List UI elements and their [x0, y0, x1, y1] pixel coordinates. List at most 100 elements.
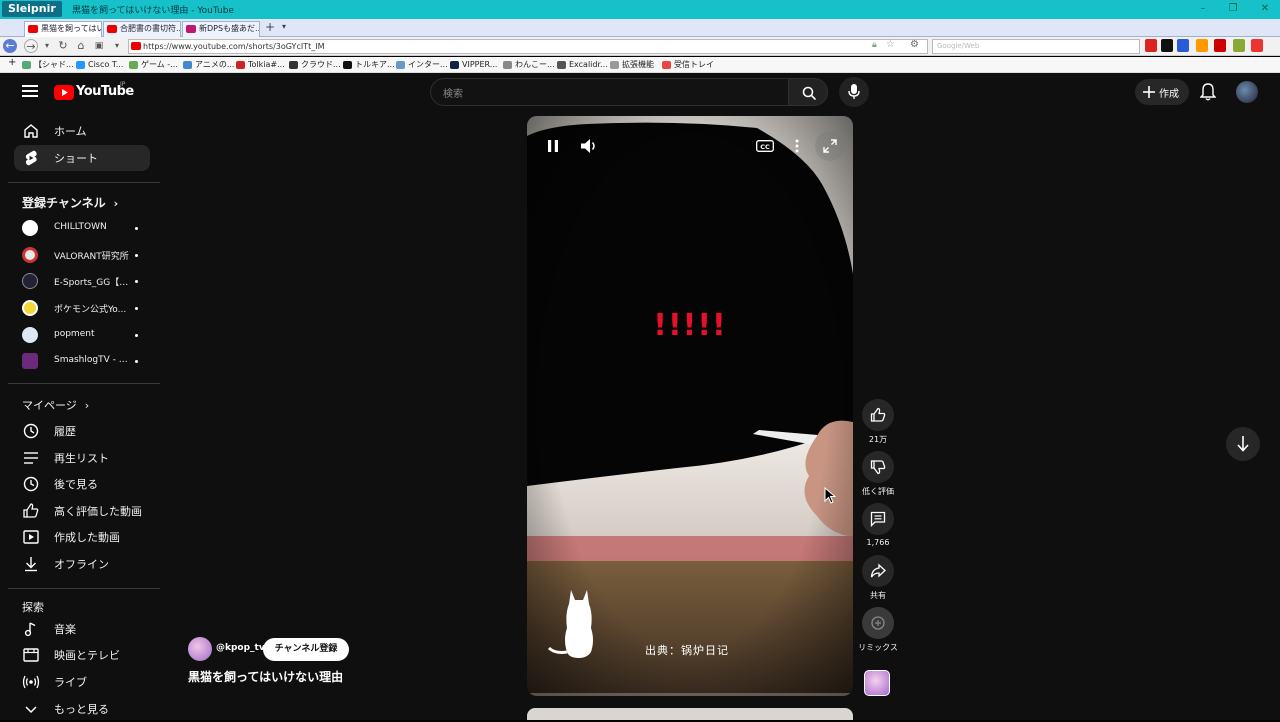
remix-button[interactable]: リミックス	[858, 607, 898, 653]
url-field[interactable]: https://www.youtube.com/shorts/3oGYcITt_…	[128, 39, 928, 54]
mute-button[interactable]	[577, 134, 601, 158]
bookmarks-bar: + 【シャド... Cisco T... ゲーム -... アニメの... To…	[0, 57, 1280, 73]
close-window-button[interactable]: ✕	[1258, 2, 1272, 16]
browser-tab-1[interactable]: 黒猫を飼ってはい...	[24, 21, 102, 37]
mypage-header[interactable]: マイページ ›	[22, 397, 89, 413]
sidebar-item-watch-later[interactable]: 後で見る	[14, 471, 150, 497]
sidebar-item-live[interactable]: ライブ	[14, 669, 150, 695]
browser-tab-label: 合肥書の書切符...	[120, 24, 181, 33]
bookmark-item[interactable]: アニメの...	[183, 59, 234, 71]
add-bookmark-plus-icon[interactable]: +	[4, 57, 16, 69]
x-toolbar-icon[interactable]	[1161, 39, 1173, 52]
bookmark-item[interactable]: トルキア...	[343, 59, 395, 71]
short-title[interactable]: 黒猫を飼ってはいけない理由	[188, 668, 343, 685]
bookmark-item[interactable]: ゲーム -...	[129, 59, 178, 71]
bookmark-item[interactable]: 【シャド...	[22, 59, 74, 71]
sidebar-item-playlists[interactable]: 再生リスト	[14, 445, 150, 471]
browser-tab-label: 新DPSも盛あだ...	[199, 24, 260, 33]
bookmark-icon	[610, 61, 619, 69]
sidebar-item-show-more[interactable]: もっと見る	[14, 696, 150, 722]
comments-button[interactable]: 1,766	[858, 503, 898, 547]
channel-avatar[interactable]	[188, 637, 212, 661]
bookmark-item[interactable]: わんこー...	[503, 59, 555, 71]
history-chevron-icon[interactable]: ▾	[40, 39, 54, 53]
sidebar-channel-pokemon[interactable]: ポケモン公式Yo...	[14, 295, 150, 321]
sidebar-divider	[8, 182, 160, 183]
sidebar-item-your-videos[interactable]: 作成した動画	[14, 524, 150, 550]
sidebar-channel-chilltown[interactable]: CHILLTOWN	[14, 215, 150, 241]
youtube-logo[interactable]: YouTube JP	[54, 81, 134, 103]
more-options-button[interactable]	[785, 134, 809, 158]
sidebar-item-downloads[interactable]: オフライン	[14, 551, 150, 577]
rakuten-toolbar-icon[interactable]	[1214, 39, 1226, 52]
page-menu-icon[interactable]: ▾	[110, 39, 124, 53]
search-input[interactable]: 検索	[430, 78, 788, 106]
short-video-player[interactable]: CC !!!!! 出典：锅炉日记	[527, 116, 853, 696]
reload-icon[interactable]: ↻	[56, 39, 70, 53]
arrow-down-icon	[1237, 436, 1249, 452]
share-button[interactable]: 共有	[858, 555, 898, 601]
microphone-icon	[848, 84, 860, 99]
maximize-button[interactable]: ❐	[1226, 2, 1240, 16]
bookmark-item[interactable]: Tolkia#...	[236, 59, 285, 71]
yahoo-toolbar-icon[interactable]	[1233, 39, 1245, 52]
amazon-toolbar-icon[interactable]	[1196, 39, 1208, 52]
progress-bar[interactable]	[527, 693, 853, 696]
home-icon[interactable]: ⌂	[74, 39, 88, 53]
next-short-preview[interactable]	[527, 708, 853, 720]
star-icon[interactable]: ☆	[886, 39, 895, 50]
menu-hamburger-icon[interactable]	[22, 84, 38, 98]
fullscreen-button[interactable]	[815, 131, 845, 161]
audio-track-thumbnail[interactable]	[864, 670, 890, 696]
next-short-button[interactable]	[1226, 427, 1260, 461]
sidebar-channel-smashlog[interactable]: SmashlogTV - V...	[14, 348, 150, 374]
browser-title-bar: Sleipnir 黒猫を飼ってはいけない理由 - YouTube – ❐ ✕	[0, 0, 1280, 19]
back-arrow-icon[interactable]: ←	[3, 39, 17, 53]
sidebar-item-home[interactable]: ホーム	[14, 118, 150, 144]
bookmark-label: トルキア...	[355, 60, 395, 69]
sidebar-item-movies[interactable]: 映画とテレビ	[14, 642, 150, 668]
sidebar-item-history[interactable]: 履歴	[14, 418, 150, 444]
sidebar-channel-valorant[interactable]: VALORANT研究所	[14, 242, 150, 268]
browser-tab-3[interactable]: 新DPSも盛あだ...	[182, 21, 260, 37]
extension-toolbar-icon[interactable]	[1177, 39, 1189, 52]
notifications-bell-icon[interactable]	[1200, 83, 1216, 101]
bookmark-item[interactable]: 受信トレイ	[662, 59, 714, 71]
youtube-toolbar-icon[interactable]	[1145, 39, 1157, 52]
web-search-input[interactable]: Google/Web	[932, 39, 1140, 54]
sidebar-channel-esports[interactable]: E-Sports_GG【V...	[14, 268, 150, 294]
captions-button[interactable]: CC	[753, 134, 777, 158]
create-button[interactable]: 作成	[1135, 79, 1189, 105]
browser-tab-2[interactable]: 合肥書の書切符...	[103, 21, 181, 37]
url-text: https://www.youtube.com/shorts/3oGYcITt_…	[143, 42, 325, 51]
sidebar-channel-popment[interactable]: popment	[14, 322, 150, 348]
bookmark-item[interactable]: クラウド...	[289, 59, 341, 71]
bookmark-item[interactable]: インター...	[396, 59, 448, 71]
account-avatar[interactable]	[1236, 81, 1258, 103]
pause-button[interactable]	[541, 134, 565, 158]
tab-list-chevron-icon[interactable]: ▾	[282, 22, 286, 31]
search-button[interactable]	[788, 78, 828, 106]
mail-toolbar-icon[interactable]	[1251, 39, 1263, 52]
dislike-button[interactable]: 低く評価	[858, 451, 898, 497]
engine-gear-icon[interactable]: ⚙	[910, 39, 919, 50]
sidebar-item-liked[interactable]: 高く評価した動画	[14, 498, 150, 524]
new-tab-plus-icon[interactable]: +	[265, 20, 275, 34]
page-tools-icon[interactable]: ▣	[92, 39, 106, 53]
bookmark-item[interactable]: 拡張機能	[610, 59, 654, 71]
sidebar-item-music[interactable]: 音楽	[14, 616, 150, 642]
voice-search-button[interactable]	[839, 77, 869, 107]
channel-avatar	[22, 220, 38, 236]
bookmark-item[interactable]: Excalidr...	[557, 59, 608, 71]
forward-arrow-icon[interactable]: →	[24, 39, 38, 53]
subscriptions-header[interactable]: 登録チャンネル ›	[22, 194, 118, 211]
subscribe-button[interactable]: チャンネル登録	[263, 638, 349, 661]
sidebar-item-shorts[interactable]: ショート	[14, 145, 150, 171]
bookmark-item[interactable]: VIPPER...	[450, 59, 497, 71]
bookmark-item[interactable]: Cisco T...	[76, 59, 123, 71]
minimize-button[interactable]: –	[1196, 2, 1210, 16]
like-button[interactable]: 21万	[858, 399, 898, 445]
remix-label: リミックス	[858, 643, 898, 652]
channel-handle[interactable]: @kpop_tv	[216, 643, 265, 653]
bookmark-icon	[450, 61, 459, 69]
